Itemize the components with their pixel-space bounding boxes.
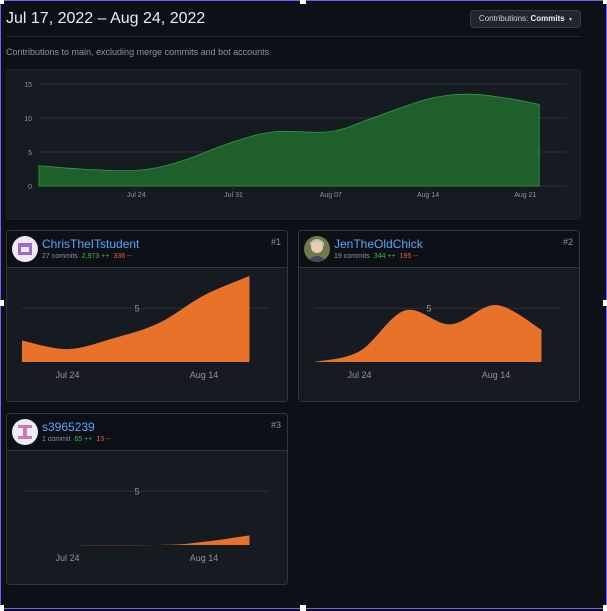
contributor-chart-area: 5 Jul 24 Aug 14: [7, 451, 287, 584]
x-tick-label: Aug 07: [320, 192, 342, 199]
contributor-name-link[interactable]: JenTheOldChick: [334, 237, 423, 251]
x-tick-label: Aug 14: [190, 553, 219, 563]
contributor-card-header: JenTheOldChick 19 commits 344 ++ 195 -- #2: [299, 231, 579, 268]
contributor-card: ChrisTheITstudent 27 commits 2,973 ++ 336 …: [6, 230, 288, 402]
y-tick-label: 0: [28, 184, 32, 191]
x-tick-label: Jul 24: [55, 370, 79, 380]
contributor-rank: #2: [562, 237, 573, 247]
y-tick-label: 5: [134, 303, 139, 313]
y-tick-label: 5: [28, 150, 32, 157]
contributor-stats: 27 commits 2,973 ++ 336 --: [42, 253, 132, 260]
identicon-avatar-icon[interactable]: [12, 236, 38, 262]
contributor-stats: 1 commit 65 ++ 13 --: [42, 436, 111, 443]
additions-count: 2,973 ++: [81, 253, 110, 260]
series-area: [38, 93, 540, 187]
y-tick-label: 10: [24, 116, 32, 123]
page-header: Jul 17, 2022 – Aug 24, 2022 Contribution…: [6, 8, 581, 36]
contributor-card: JenTheOldChick 19 commits 344 ++ 195 -- #2…: [298, 230, 580, 402]
header-divider: [6, 36, 581, 37]
y-tick-label: 15: [24, 82, 32, 89]
resize-handle-right[interactable]: [603, 300, 607, 306]
y-tick-label: 5: [134, 486, 139, 496]
identicon-avatar-icon[interactable]: [12, 419, 38, 445]
overview-chart: 0 5 10 15 Jul 24 Jul 31 Aug 07 Aug 14 Aug 21: [24, 82, 567, 199]
deletions-count: 195 --: [399, 253, 418, 260]
contributor-chart: 5 Jul 24 Aug 14: [22, 276, 269, 380]
contributor-card-header: s3965239 1 commit 65 ++ 13 -- #3: [7, 414, 287, 451]
dropdown-value: Commits: [530, 14, 565, 23]
dropdown-prefix: Contributions:: [478, 14, 529, 23]
contributor-rank: #1: [270, 237, 281, 247]
resize-handle-top-right[interactable]: [603, 0, 607, 4]
photo-avatar-icon[interactable]: [304, 236, 330, 262]
x-tick-label: Aug 14: [482, 370, 511, 380]
deletions-count: 13 --: [96, 436, 111, 443]
additions-count: 344 ++: [373, 253, 396, 260]
series-area: [314, 304, 542, 362]
overview-chart-panel: 0 5 10 15 Jul 24 Jul 31 Aug 07 Aug 14 Aug 21: [6, 69, 581, 220]
x-tick-label: Jul 24: [127, 192, 146, 199]
deletions-count: 336 --: [113, 253, 132, 260]
x-tick-label: Aug 14: [417, 192, 439, 199]
contributor-chart: 5 Jul 24 Aug 14: [314, 303, 561, 380]
additions-count: 65 ++: [74, 436, 93, 443]
contributor-name-link[interactable]: s3965239: [42, 420, 95, 434]
resize-handle-bottom-left[interactable]: [0, 605, 4, 611]
contributor-card-header: ChrisTheITstudent 27 commits 2,973 ++ 336 …: [7, 231, 287, 268]
series-area: [22, 276, 250, 362]
commit-count[interactable]: 19 commits: [334, 253, 370, 260]
contributor-card: s3965239 1 commit 65 ++ 13 -- #3 5 Jul 24 Au…: [6, 413, 288, 585]
commit-count[interactable]: 27 commits: [42, 253, 78, 260]
x-tick-label: Jul 24: [347, 370, 371, 380]
resize-handle-top[interactable]: [300, 0, 306, 4]
x-tick-label: Jul 31: [224, 192, 243, 199]
contributor-chart-area: 5 Jul 24 Aug 14: [299, 268, 579, 401]
contributor-chart-area: 5 Jul 24 Aug 14: [7, 268, 287, 401]
resize-handle-left[interactable]: [0, 300, 4, 306]
page-subtitle: Contributions to main, excluding merge c…: [6, 47, 270, 57]
contributor-rank: #3: [270, 420, 281, 430]
x-tick-label: Jul 24: [55, 553, 79, 563]
chevron-down-icon: ▾: [568, 17, 572, 23]
contributions-dropdown[interactable]: Contributions: Commits ▾: [469, 10, 581, 28]
x-tick-label: Aug 21: [514, 192, 536, 199]
resize-handle-bottom-right[interactable]: [603, 605, 607, 611]
contributor-chart: 5 Jul 24 Aug 14: [22, 486, 269, 563]
commit-count[interactable]: 1 commit: [42, 436, 70, 443]
contributor-stats: 19 commits 344 ++ 195 --: [334, 253, 418, 260]
y-tick-label: 5: [426, 303, 431, 313]
x-tick-label: Aug 14: [190, 370, 219, 380]
date-range-title: Jul 17, 2022 – Aug 24, 2022: [6, 10, 206, 27]
resize-handle-bottom[interactable]: [300, 605, 306, 611]
resize-handle-top-left[interactable]: [0, 0, 4, 4]
contributor-name-link[interactable]: ChrisTheITstudent: [42, 237, 139, 251]
series-area: [22, 535, 250, 546]
